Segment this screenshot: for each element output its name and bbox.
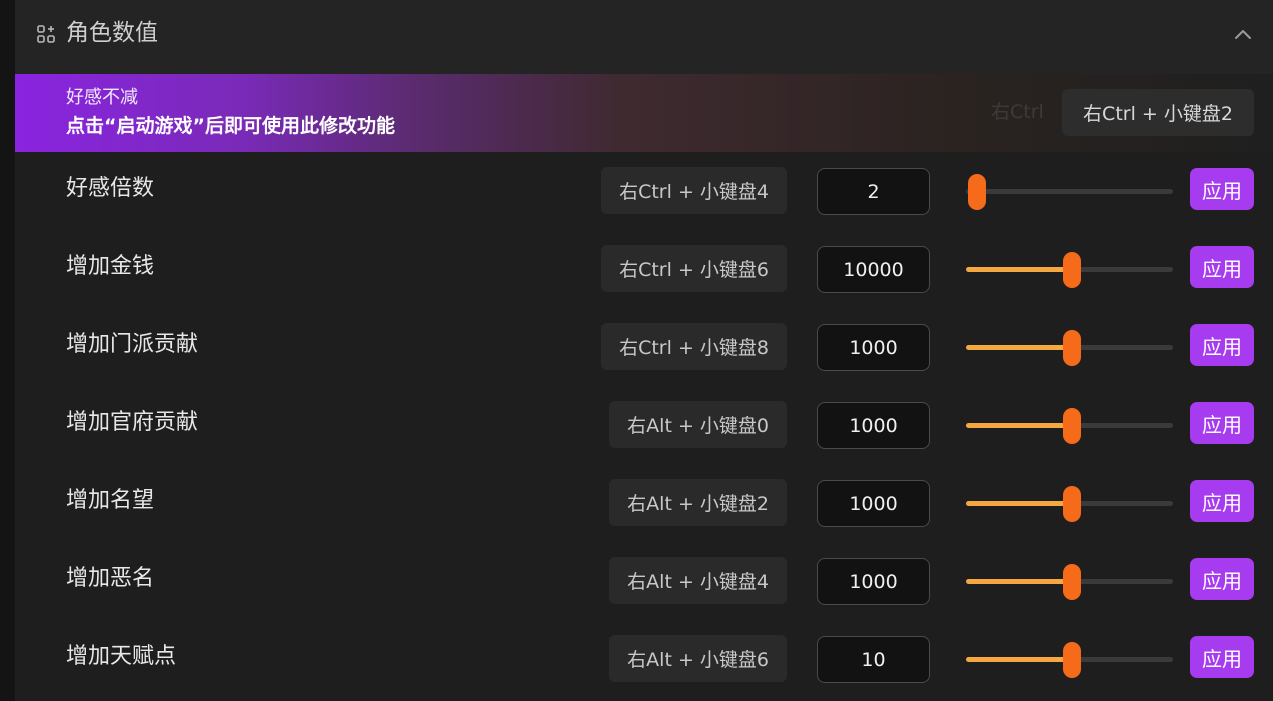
apply-button[interactable]: 应用 xyxy=(1190,402,1254,444)
slider-thumb[interactable] xyxy=(1062,564,1081,600)
hotkey-badge[interactable]: 右Alt + 小键盘6 xyxy=(609,635,787,682)
feature-banner: 好感不减 点击“启动游戏”后即可使用此修改功能 右Ctrl 右Ctrl + 小键… xyxy=(15,74,1273,152)
slider-thumb[interactable] xyxy=(1062,330,1081,366)
row-label: 好感倍数 xyxy=(66,176,155,201)
value-input[interactable] xyxy=(817,246,930,293)
banner-subtitle: 点击“启动游戏”后即可使用此修改功能 xyxy=(66,115,395,137)
apply-button[interactable]: 应用 xyxy=(1190,558,1254,600)
value-slider[interactable] xyxy=(966,564,1173,600)
chevron-up-icon[interactable] xyxy=(1232,24,1254,46)
value-input[interactable] xyxy=(817,168,930,215)
slider-fill xyxy=(966,657,1072,662)
value-slider[interactable] xyxy=(966,642,1173,678)
value-row: 增加官府贡献 右Alt + 小键盘0 应用 xyxy=(15,394,1273,472)
hotkey-badge[interactable]: 右Ctrl + 小键盘4 xyxy=(601,167,787,214)
value-slider[interactable] xyxy=(966,174,1173,210)
row-label: 增加官府贡献 xyxy=(66,410,199,435)
slider-fill xyxy=(966,345,1072,350)
apply-button[interactable]: 应用 xyxy=(1190,168,1254,210)
character-values-panel: 角色数值 好感不减 点击“启动游戏”后即可使用此修改功能 右Ctrl 右Ctrl… xyxy=(15,0,1273,701)
value-input[interactable] xyxy=(817,636,930,683)
section-header[interactable]: 角色数值 xyxy=(15,0,1273,74)
left-edge-strip xyxy=(0,0,15,701)
row-label: 增加恶名 xyxy=(66,566,155,591)
slider-thumb[interactable] xyxy=(968,174,986,210)
slider-track xyxy=(966,189,1173,194)
hotkey-badge[interactable]: 右Ctrl + 小键盘8 xyxy=(601,323,787,370)
apply-button[interactable]: 应用 xyxy=(1190,246,1254,288)
value-input[interactable] xyxy=(817,558,930,605)
value-row: 增加门派贡献 右Ctrl + 小键盘8 应用 xyxy=(15,316,1273,394)
slider-fill xyxy=(966,267,1072,272)
row-label: 增加门派贡献 xyxy=(66,332,199,357)
value-input[interactable] xyxy=(817,402,930,449)
row-label: 增加名望 xyxy=(66,488,155,513)
value-input[interactable] xyxy=(817,324,930,371)
slider-thumb[interactable] xyxy=(1062,252,1081,288)
hotkey-badge[interactable]: 右Alt + 小键盘4 xyxy=(609,557,787,604)
grid-add-icon xyxy=(37,25,55,43)
slider-thumb[interactable] xyxy=(1062,408,1081,444)
apply-button[interactable]: 应用 xyxy=(1190,636,1254,678)
value-slider[interactable] xyxy=(966,486,1173,522)
value-row: 增加金钱 右Ctrl + 小键盘6 应用 xyxy=(15,238,1273,316)
slider-fill xyxy=(966,501,1072,506)
row-label: 增加金钱 xyxy=(66,254,155,279)
value-slider[interactable] xyxy=(966,408,1173,444)
value-input[interactable] xyxy=(817,480,930,527)
value-slider[interactable] xyxy=(966,330,1173,366)
slider-fill xyxy=(966,579,1072,584)
hotkey-badge[interactable]: 右Alt + 小键盘2 xyxy=(609,479,787,526)
value-row: 增加恶名 右Alt + 小键盘4 应用 xyxy=(15,550,1273,628)
value-row: 增加名望 右Alt + 小键盘2 应用 xyxy=(15,472,1273,550)
value-row: 增加天赋点 右Alt + 小键盘6 应用 xyxy=(15,628,1273,701)
apply-button[interactable]: 应用 xyxy=(1190,324,1254,366)
apply-button[interactable]: 应用 xyxy=(1190,480,1254,522)
banner-title: 好感不减 xyxy=(66,87,138,108)
banner-hotkey[interactable]: 右Ctrl + 小键盘2 xyxy=(1062,89,1254,136)
row-label: 增加天赋点 xyxy=(66,644,177,669)
hotkey-badge[interactable]: 右Ctrl + 小键盘6 xyxy=(601,245,787,292)
value-row: 好感倍数 右Ctrl + 小键盘4 应用 xyxy=(15,160,1273,238)
slider-thumb[interactable] xyxy=(1062,486,1081,522)
banner-ghost-text: 右Ctrl xyxy=(991,101,1044,123)
section-title: 角色数值 xyxy=(66,20,158,46)
slider-fill xyxy=(966,423,1072,428)
value-slider[interactable] xyxy=(966,252,1173,288)
slider-thumb[interactable] xyxy=(1062,642,1081,678)
hotkey-badge[interactable]: 右Alt + 小键盘0 xyxy=(609,401,787,448)
